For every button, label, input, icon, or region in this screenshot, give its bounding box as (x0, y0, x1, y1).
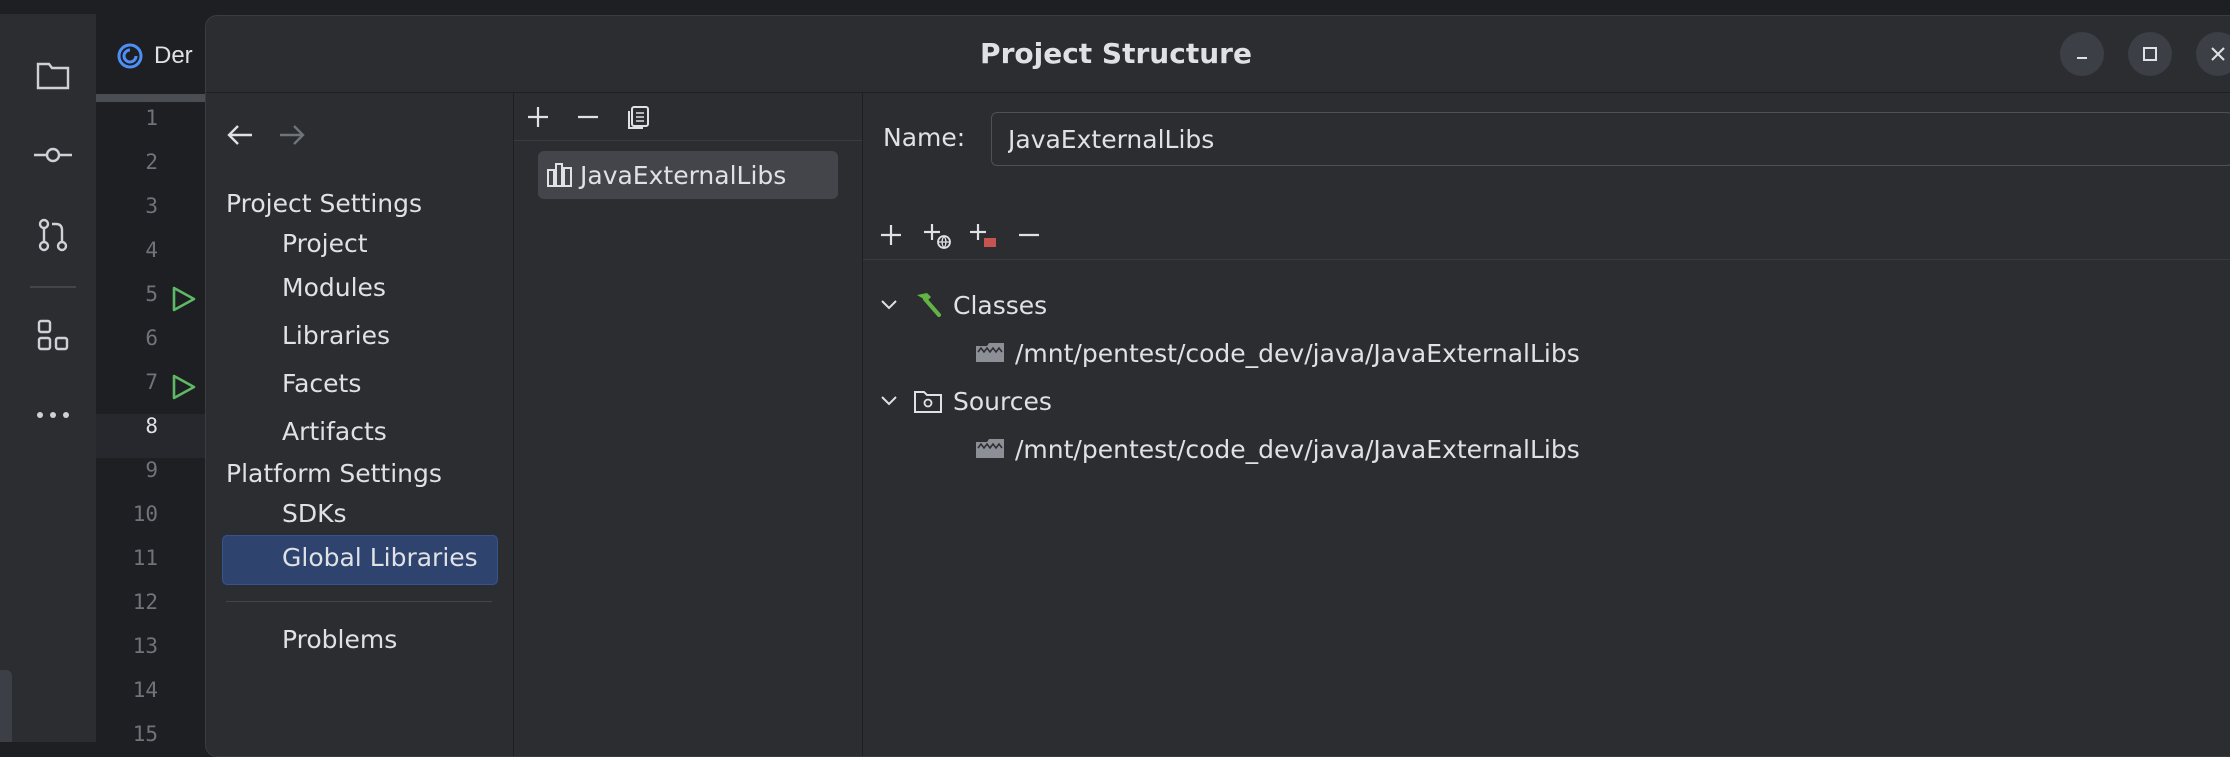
minimize-icon (2077, 57, 2087, 59)
list-toolbar (514, 93, 862, 141)
close-icon (2211, 47, 2225, 61)
settings-navigation: Project Settings Project Modules Librari… (206, 93, 514, 756)
library-list-item-label: JavaExternalLibs (580, 160, 787, 190)
nav-item-facets[interactable]: Facets (282, 369, 361, 398)
tree-node-label: Classes (953, 290, 1048, 320)
line-number: 9 (145, 458, 158, 482)
line-number: 14 (132, 678, 158, 702)
tree-leaf-label: /mnt/pentest/code_dev/java/JavaExternalL… (1015, 338, 1580, 368)
add-folder-icon (970, 224, 996, 247)
project-structure-dialog: Project Structure Project Settings Proje… (205, 15, 2230, 757)
source-folder-icon (914, 391, 942, 413)
forward-arrow-icon[interactable] (278, 123, 306, 147)
library-name-field[interactable] (991, 112, 2230, 166)
line-number: 10 (132, 502, 158, 526)
hammer-icon (917, 293, 941, 317)
line-number: 7 (145, 370, 158, 394)
maximize-icon (2143, 47, 2157, 61)
line-number: 6 (145, 326, 158, 350)
library-list-item[interactable]: JavaExternalLibs (538, 151, 838, 199)
ide-tool-window-bar (0, 14, 97, 742)
nav-item-problems[interactable]: Problems (282, 625, 397, 654)
tool-separator (30, 286, 76, 288)
line-number: 1 (145, 106, 158, 130)
tree-node-classes[interactable]: Classes (877, 285, 1047, 325)
tree-leaf-classes-path[interactable]: /mnt/pentest/code_dev/java/JavaExternalL… (975, 333, 1580, 373)
line-number: 8 (145, 414, 158, 438)
tree-node-sources[interactable]: Sources (877, 381, 1052, 421)
nav-item-libraries[interactable]: Libraries (282, 321, 390, 350)
chevron-down-icon[interactable] (877, 389, 901, 413)
plus-icon (528, 107, 548, 127)
attach-jar-url-button[interactable] (917, 215, 957, 255)
nav-item-artifacts[interactable]: Artifacts (282, 417, 387, 446)
editor-tab-label: Der (154, 42, 193, 69)
line-number: 4 (145, 238, 158, 262)
jar-folder-icon (976, 343, 1004, 362)
line-number: 13 (132, 634, 158, 658)
back-arrow-icon[interactable] (226, 123, 254, 147)
name-label: Name: (883, 123, 966, 152)
line-number: 12 (132, 590, 158, 614)
nav-item-modules[interactable]: Modules (282, 273, 386, 302)
tree-leaf-label: /mnt/pentest/code_dev/java/JavaExternalL… (1015, 434, 1580, 464)
run-icon[interactable] (170, 374, 196, 400)
add-web-root-icon (924, 224, 951, 250)
maximize-button[interactable] (2128, 32, 2172, 76)
active-tab-underline (96, 94, 216, 102)
library-icon (547, 163, 572, 187)
line-number: 5 (145, 282, 158, 306)
editor-tab[interactable]: Der (116, 42, 193, 70)
minus-icon (1019, 233, 1039, 237)
close-button[interactable] (2196, 32, 2230, 76)
platform-settings-heading: Platform Settings (226, 459, 442, 488)
chevron-down-icon[interactable] (877, 293, 901, 317)
java-class-icon (117, 43, 143, 69)
dialog-title: Project Structure (980, 37, 1252, 70)
add-library-button[interactable] (518, 97, 558, 137)
remove-root-button[interactable] (1009, 215, 1049, 255)
commit-icon[interactable] (28, 130, 78, 180)
global-libraries-list-pane: JavaExternalLibs (514, 93, 863, 756)
nav-item-sdks[interactable]: SDKs (282, 499, 347, 528)
tree-node-label: Sources (953, 386, 1052, 416)
more-tools-icon[interactable] (28, 390, 78, 440)
copy-icon (628, 106, 649, 129)
nav-item-global-libraries[interactable]: Global Libraries (282, 543, 478, 572)
attach-folder-button[interactable] (963, 215, 1003, 255)
pull-requests-icon[interactable] (28, 210, 78, 260)
minimize-button[interactable] (2060, 32, 2104, 76)
add-root-button[interactable] (871, 215, 911, 255)
plus-icon (881, 225, 901, 245)
minus-icon (578, 115, 598, 119)
nav-item-project[interactable]: Project (282, 229, 368, 258)
library-name-input[interactable] (992, 113, 2230, 165)
copy-library-button[interactable] (618, 97, 658, 137)
ide-top-strip (0, 0, 2230, 14)
nav-separator (226, 601, 492, 602)
line-number: 2 (145, 150, 158, 174)
library-detail-pane: Name: Classes (863, 93, 2230, 756)
ide-edge (0, 670, 12, 742)
line-number: 15 (132, 722, 158, 746)
project-settings-heading: Project Settings (226, 189, 423, 218)
library-roots-toolbar (863, 211, 2230, 260)
run-icon[interactable] (170, 286, 196, 312)
project-folder-icon[interactable] (28, 50, 78, 100)
remove-library-button[interactable] (568, 97, 608, 137)
jar-folder-icon (976, 439, 1004, 458)
dialog-titlebar: Project Structure (206, 16, 2230, 93)
structure-icon[interactable] (28, 310, 78, 360)
line-number: 3 (145, 194, 158, 218)
line-number: 11 (132, 546, 158, 570)
tree-leaf-sources-path[interactable]: /mnt/pentest/code_dev/java/JavaExternalL… (975, 429, 1580, 469)
